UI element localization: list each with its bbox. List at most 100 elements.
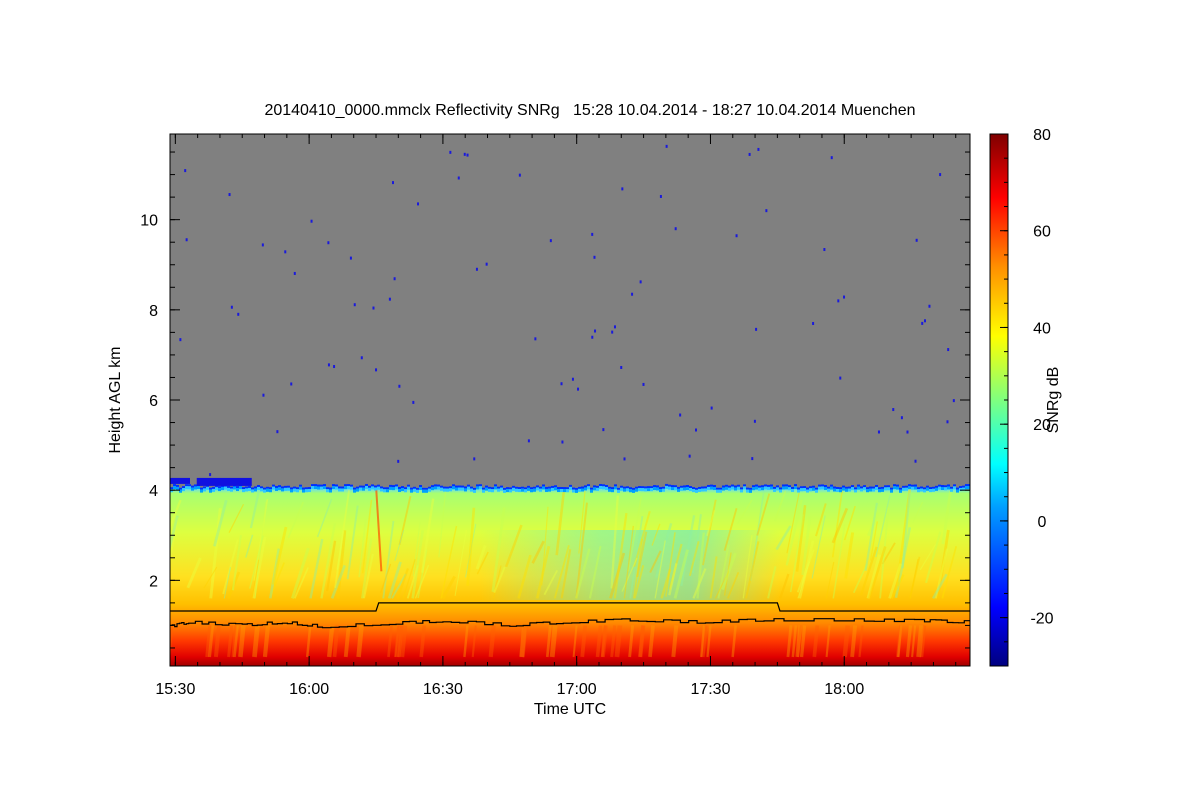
echo-top-pixel (611, 489, 614, 493)
echo-top-pixel (725, 484, 728, 487)
echo-top-pixel (590, 487, 593, 490)
noise-speckle (674, 227, 677, 231)
echo-top-pixel (545, 488, 548, 492)
echo-top-pixel (530, 489, 533, 493)
noise-speckle (748, 152, 751, 156)
echo-top-pixel (539, 486, 542, 489)
echo-top-pixel (845, 486, 848, 489)
echo-top-pixel (836, 488, 839, 492)
echo-top-pixel (389, 484, 392, 487)
echo-top-pixel (284, 485, 287, 488)
echo-top-pixel (491, 489, 494, 493)
noise-speckle (757, 147, 760, 151)
x-tick-label: 17:30 (690, 681, 730, 698)
echo-top-pixel (917, 487, 920, 490)
echo-top-pixel (959, 486, 962, 489)
echo-top-pixel (815, 487, 818, 490)
echo-top-pixel (575, 489, 578, 493)
echo-top-pixel (938, 486, 941, 490)
echo-top-pixel (299, 484, 302, 487)
echo-top-pixel (209, 487, 212, 490)
noise-speckle (594, 329, 597, 333)
echo-top-pixel (692, 487, 695, 490)
noise-speckle (735, 234, 738, 238)
echo-top-pixel (620, 485, 623, 488)
echo-top-pixel (782, 486, 785, 490)
echo-top-pixel (386, 489, 389, 493)
echo-top-pixel (614, 486, 617, 490)
echo-top-pixel (791, 486, 794, 489)
echo-top-pixel (329, 489, 332, 493)
noise-speckle (591, 232, 594, 236)
echo-top-pixel (698, 486, 701, 489)
radar-figure: 20140410_0000.mmclx Reflectivity SNRg 15… (107, 102, 1062, 718)
echo-top-pixel (701, 488, 704, 492)
echo-top-pixel (779, 489, 782, 493)
echo-top-pixel (449, 488, 452, 492)
echo-top-pixel (668, 486, 671, 490)
noise-speckle (602, 428, 605, 432)
echo-top-pixel (248, 485, 251, 488)
echo-top-pixel (491, 487, 494, 490)
echo-top-pixel (392, 485, 395, 488)
echo-top-pixel (308, 487, 311, 490)
echo-top-pixel (323, 484, 326, 487)
echo-top-pixel (761, 487, 764, 491)
echo-top-pixel (425, 487, 428, 490)
echo-top-pixel (929, 487, 932, 490)
echo-top-pixel (788, 485, 791, 488)
echo-top-pixel (854, 489, 857, 493)
echo-top-pixel (551, 485, 554, 488)
echo-top-pixel (719, 489, 722, 493)
echo-top-pixel (473, 489, 476, 493)
echo-top-pixel (767, 486, 770, 490)
echo-top-pixel (458, 485, 461, 488)
echo-top-pixel (254, 488, 257, 492)
echo-top-pixel (197, 485, 200, 489)
noise-speckle (518, 173, 521, 177)
noise-speckle (185, 238, 188, 242)
echo-top-pixel (185, 484, 188, 487)
echo-top-pixel (797, 489, 800, 493)
echo-top-pixel (875, 484, 878, 487)
noise-speckle (839, 376, 842, 380)
noise-speckle (928, 304, 931, 308)
echo-top-pixel (647, 488, 650, 492)
echo-top-pixel (182, 488, 185, 492)
echo-top-pixel (917, 489, 920, 493)
echo-top-pixel (218, 486, 221, 489)
echo-top-pixel (353, 487, 356, 490)
echo-top-pixel (638, 488, 641, 492)
echo-top-pixel (641, 488, 644, 492)
echo-top-pixel (527, 485, 530, 488)
echo-top-pixel (335, 484, 338, 487)
echo-top-pixel (932, 486, 935, 489)
noise-speckle (688, 454, 691, 458)
echo-top-pixel (266, 488, 269, 492)
echo-top-pixel (932, 488, 935, 492)
echo-top-pixel (539, 488, 542, 492)
echo-top-pixel (221, 487, 224, 491)
noise-speckle (812, 321, 815, 325)
echo-top-pixel (650, 488, 653, 492)
echo-top-pixel (911, 486, 914, 490)
echo-top-pixel (617, 487, 620, 490)
echo-top-pixel (920, 488, 923, 492)
echo-top-pixel (176, 486, 179, 490)
echo-top-pixel (851, 487, 854, 491)
noise-speckle (613, 325, 616, 329)
echo-top-pixel (842, 487, 845, 491)
echo-top-pixel (446, 486, 449, 489)
noise-speckle (237, 312, 240, 316)
echo-top-pixel (497, 488, 500, 492)
echo-top-pixel (746, 487, 749, 490)
echo-top-pixel (413, 488, 416, 492)
echo-top-pixel (587, 484, 590, 487)
echo-top-pixel (479, 484, 482, 487)
echo-top-pixel (716, 489, 719, 493)
echo-top-pixel (869, 486, 872, 489)
echo-top-pixel (407, 484, 410, 487)
echo-top-pixel (269, 489, 272, 493)
noise-speckle (290, 382, 293, 386)
echo-top-pixel (902, 487, 905, 491)
